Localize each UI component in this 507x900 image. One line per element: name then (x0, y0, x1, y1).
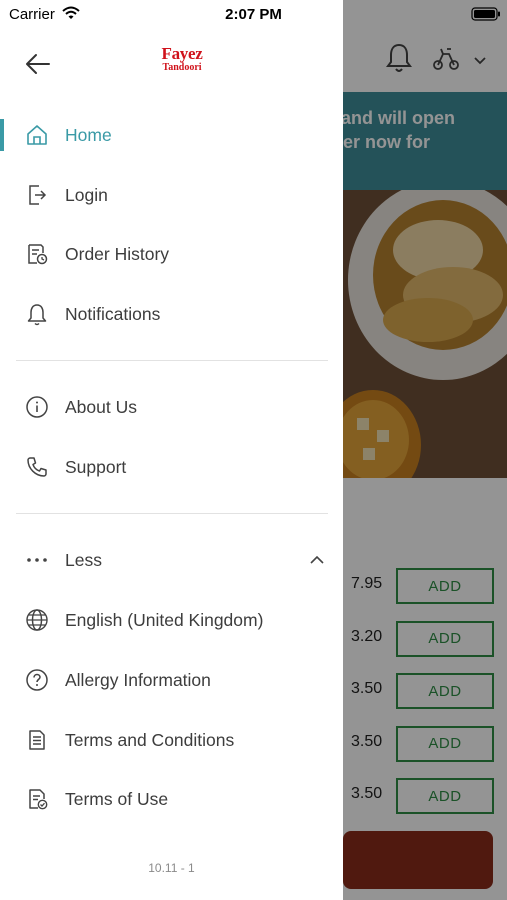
menu-item-label: Allergy Information (65, 669, 211, 690)
menu-item-label: Terms of Use (65, 788, 169, 809)
menu-item-label: English (United Kingdom) (65, 609, 264, 630)
more-dots-icon (24, 547, 50, 573)
battery-icon (471, 7, 500, 21)
menu-item-label: Login (65, 184, 108, 205)
menu-item-language[interactable]: English (United Kingdom) (0, 590, 343, 650)
menu-item-label: Order History (65, 243, 170, 264)
status-time: 2:07 PM (225, 6, 282, 23)
menu-item-support[interactable]: Support (0, 437, 343, 497)
question-icon (24, 667, 50, 693)
login-icon (24, 182, 50, 208)
phone-icon (24, 454, 50, 480)
menu-item-label: Less (65, 549, 102, 570)
menu-item-terms-and-conditions[interactable]: Terms and Conditions (0, 710, 343, 770)
menu-item-label: Home (65, 124, 112, 145)
menu-item-order-history[interactable]: Order History (0, 224, 343, 284)
document-icon (24, 727, 50, 753)
logo-line: Fayez (161, 44, 203, 63)
menu-item-login[interactable]: Login (0, 165, 343, 225)
chevron-up-icon (310, 555, 324, 564)
drawer-scrim[interactable] (343, 0, 507, 900)
arrow-left-icon (26, 54, 50, 74)
menu-item-label: Support (65, 456, 127, 477)
less-toggle[interactable]: Less (0, 530, 343, 590)
navigation-drawer: Fayez Tandoori Home Login Order History … (0, 0, 343, 900)
info-icon (24, 394, 50, 420)
app-version: 10.11 - 1 (148, 861, 195, 875)
status-bar: Carrier 2:07 PM (0, 0, 507, 30)
divider (16, 360, 328, 361)
menu-item-home[interactable]: Home (0, 105, 343, 165)
divider (16, 513, 328, 514)
menu-item-terms-of-use[interactable]: Terms of Use (0, 769, 343, 829)
logo-line: Tandoori (162, 62, 202, 73)
menu-item-about-us[interactable]: About Us (0, 377, 343, 437)
back-button[interactable] (20, 46, 56, 82)
home-icon (24, 122, 50, 148)
menu-item-label: Terms and Conditions (65, 729, 235, 750)
menu-item-notifications[interactable]: Notifications (0, 284, 343, 344)
menu-item-allergy-information[interactable]: Allergy Information (0, 650, 343, 710)
restaurant-logo: Fayez Tandoori (140, 44, 224, 80)
menu-item-label: Notifications (65, 303, 161, 324)
globe-icon (24, 607, 50, 633)
document-check-icon (24, 786, 50, 812)
order-history-icon (24, 241, 50, 267)
bell-icon (24, 301, 50, 327)
menu-item-label: About Us (65, 396, 137, 417)
